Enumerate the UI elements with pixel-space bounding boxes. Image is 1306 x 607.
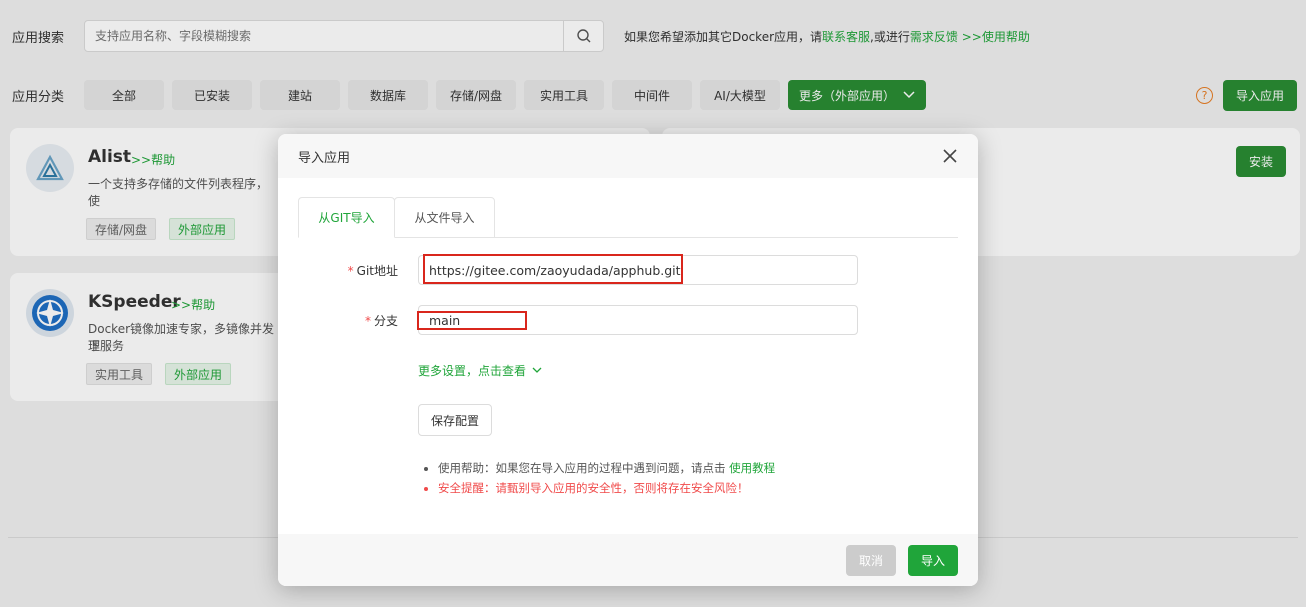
cancel-button[interactable]: 取消 [846,545,896,576]
tips-list: 使用帮助：如果您在导入应用的过程中遇到问题，请点击 使用教程 安全提醒：请甄别导… [426,458,775,498]
dialog-title: 导入应用 [298,150,351,166]
tab-from-git[interactable]: 从GIT导入 [298,197,395,238]
usage-tip-text: 使用帮助：如果您在导入应用的过程中遇到问题，请点击 [438,461,730,475]
save-config-button[interactable]: 保存配置 [418,404,492,436]
branch-label-text: 分支 [373,314,398,328]
branch-field[interactable] [418,305,858,335]
branch-label: * 分支 [308,312,398,329]
more-settings-label: 更多设置，点击查看 [418,364,527,378]
import-app-dialog: 导入应用 从文件导入 从GIT导入 *Git地址 *分支 更多设置，点击查看 保… [278,134,978,586]
dialog-header: 导入应用 [278,134,978,178]
git-url-label-text: Git地址 [356,264,398,278]
import-button[interactable]: 导入 [908,545,958,576]
usage-tip: 使用帮助：如果您在导入应用的过程中遇到问题，请点击 使用教程 [438,458,775,478]
dialog-footer: 取消 导入 [278,534,978,586]
git-url-label: * Git地址 [308,262,398,279]
git-url-input[interactable] [419,256,857,284]
chevron-down-icon [532,367,542,373]
security-warning: 安全提醒：请甄别导入应用的安全性，否则将存在安全风险！ [438,478,775,498]
git-url-field[interactable] [418,255,858,285]
tutorial-link[interactable]: 使用教程 [729,461,775,475]
more-settings-toggle[interactable]: 更多设置，点击查看 [418,362,542,379]
required-mark: * [347,264,354,278]
import-tabs: 从文件导入 从GIT导入 [298,197,958,238]
branch-input[interactable] [419,306,857,334]
required-mark: * [364,314,371,328]
app-store-page: 应用搜索 如果您希望添加其它Docker应用，请联系客服,或进行需求反馈 >>使… [0,0,1306,607]
close-icon[interactable] [940,146,960,166]
tab-from-file[interactable]: 从文件导入 [394,197,495,238]
